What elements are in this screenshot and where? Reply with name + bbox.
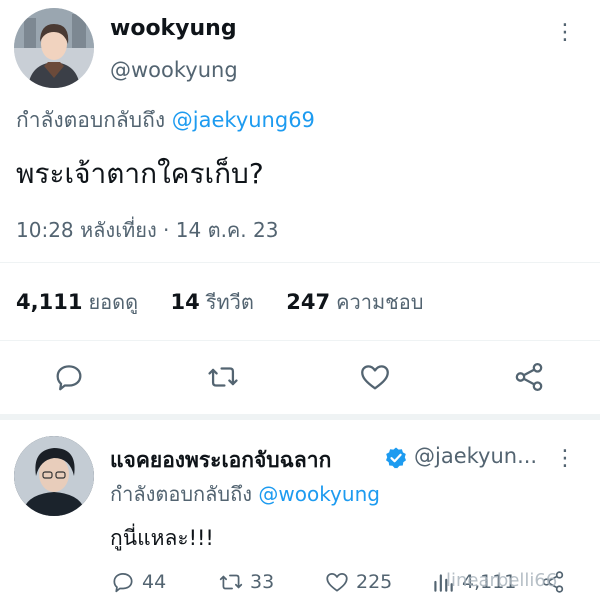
reply-retweet-button[interactable]: 33 bbox=[218, 568, 274, 596]
retweet-icon[interactable] bbox=[206, 360, 240, 394]
user-handle[interactable]: @wookyung bbox=[110, 58, 238, 82]
avatar-illustration bbox=[14, 8, 94, 88]
display-name[interactable]: wookyung bbox=[110, 16, 237, 41]
reply-icon[interactable] bbox=[52, 360, 86, 394]
avatar-illustration bbox=[14, 436, 94, 516]
verified-badge-icon bbox=[384, 446, 408, 470]
avatar-jaekyung[interactable] bbox=[14, 436, 94, 516]
avatar-wookyung[interactable] bbox=[14, 8, 94, 88]
tweet-stats: 4,111 ยอดดู 14 รีทวีต 247 ความชอบ bbox=[16, 286, 449, 318]
reply-replying-to-line: กำลังตอบกลับถึง @wookyung bbox=[110, 478, 380, 510]
like-count: 225 bbox=[356, 571, 393, 593]
likes-label[interactable]: ความชอบ bbox=[336, 290, 423, 314]
reply-like-button[interactable]: 225 bbox=[324, 568, 392, 596]
replying-to-mention[interactable]: @jaekyung69 bbox=[172, 108, 315, 132]
share-icon[interactable] bbox=[512, 360, 546, 394]
replying-prefix: กำลังตอบกลับถึง bbox=[110, 482, 252, 506]
divider bbox=[0, 262, 600, 263]
more-icon[interactable]: ⋮ bbox=[554, 448, 576, 470]
reply-count: 44 bbox=[142, 571, 167, 593]
more-icon[interactable]: ⋮ bbox=[554, 22, 576, 44]
reply-icon bbox=[113, 573, 133, 593]
like-icon bbox=[326, 573, 348, 592]
reply-reply-button[interactable]: 44 bbox=[110, 568, 166, 596]
replying-prefix: กำลังตอบกลับถึง bbox=[16, 108, 166, 132]
retweets-count[interactable]: 14 bbox=[171, 290, 200, 314]
retweets-label[interactable]: รีทวีต bbox=[206, 290, 254, 314]
watermark: linearbelli66 bbox=[446, 570, 558, 591]
tweet-timestamp[interactable]: 10:28 หลังเที่ยง · 14 ต.ค. 23 bbox=[16, 214, 278, 246]
like-icon[interactable] bbox=[358, 360, 392, 394]
replying-to-line: กำลังตอบกลับถึง @jaekyung69 bbox=[16, 104, 315, 137]
divider bbox=[0, 340, 600, 341]
retweet-count: 33 bbox=[250, 571, 275, 593]
reply-display-name[interactable]: แจคยองพระเอกจับฉลาก bbox=[110, 444, 331, 477]
tweet-text: พระเจ้าตากใครเก็บ? bbox=[16, 157, 264, 190]
section-separator bbox=[0, 414, 600, 420]
likes-count[interactable]: 247 bbox=[286, 290, 330, 314]
views-count: 4,111 bbox=[16, 290, 83, 314]
reply-user-handle[interactable]: @jaekyun... bbox=[414, 444, 537, 468]
replying-to-mention[interactable]: @wookyung bbox=[258, 482, 380, 506]
reply-tweet-text: กูนี่แหละ!!! bbox=[110, 526, 214, 550]
retweet-icon bbox=[219, 574, 243, 590]
views-label: ยอดดู bbox=[88, 290, 139, 314]
